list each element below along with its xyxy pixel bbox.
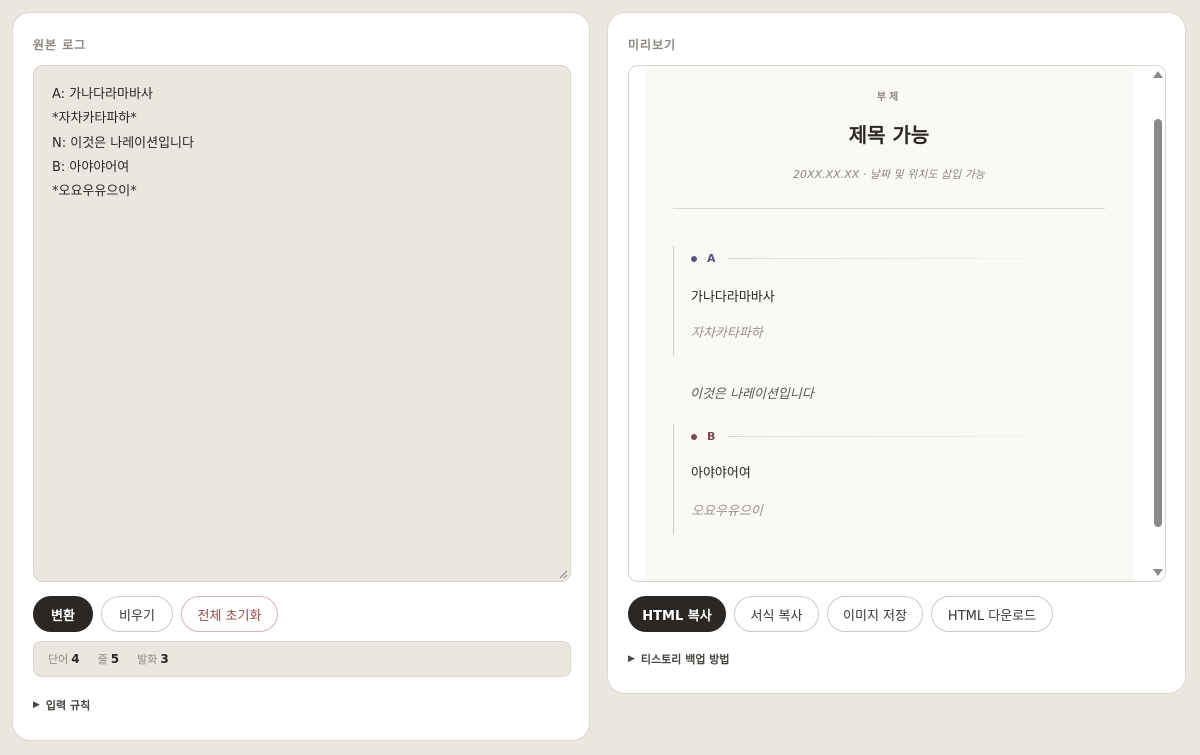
stat-label: 줄 — [97, 653, 108, 666]
convert-button[interactable]: 변환 — [33, 596, 93, 632]
panel-title: 미리보기 — [628, 38, 677, 52]
narration-line: 이것은 나레이션입니다 — [690, 387, 814, 402]
save-image-button[interactable]: 이미지 저장 — [827, 596, 923, 632]
format-copy-button[interactable]: 서식 복사 — [734, 596, 819, 632]
speaker-header: A — [691, 252, 1091, 265]
speaker-name: A — [707, 252, 716, 265]
speaker-rule — [727, 258, 1091, 259]
preview-frame[interactable]: 부제 제목 가능 20XX.XX.XX · 날짜 및 위치도 삽입 가능 A 가… — [628, 65, 1166, 582]
speaker-block-a: A 가나다라마바사 자차카타파하 — [673, 246, 1094, 356]
stat-value: 4 — [71, 652, 80, 666]
preview-title: 제목 가능 — [848, 123, 930, 147]
panel-title: 원본 로그 — [33, 38, 87, 52]
stat-lines: 줄5 — [98, 651, 119, 667]
stat-label: 발화 — [137, 653, 158, 666]
html-download-button[interactable]: HTML 다운로드 — [931, 596, 1053, 632]
speaker-line: 아야야어여 — [691, 466, 751, 481]
preview-subtitle: 부제 — [876, 92, 902, 103]
speaker-name: B — [707, 430, 716, 443]
preview-date-line: 20XX.XX.XX · 날짜 및 위치도 삽입 가능 — [793, 168, 985, 181]
preview-document: 부제 제목 가능 20XX.XX.XX · 날짜 및 위치도 삽입 가능 A 가… — [645, 66, 1133, 581]
speaker-action: 오요우유으이 — [691, 504, 763, 519]
tistory-backup-label: 티스토리 백업 방법 — [640, 653, 730, 666]
input-rules-label: 입력 규칙 — [45, 699, 91, 712]
speaker-header: B — [691, 430, 1091, 443]
editor-line: A: 가나다라마바사 — [52, 87, 153, 102]
editor-line: *오요우유으이* — [52, 184, 137, 200]
triangle-right-icon: ▶ — [33, 700, 40, 710]
preview-panel: 미리보기 부제 제목 가능 20XX.XX.XX · 날짜 및 위치도 삽입 가… — [607, 12, 1186, 694]
editor-actions: 변환 비우기 전체 초기화 — [33, 596, 278, 632]
scrollbar-thumb[interactable] — [1154, 119, 1162, 527]
stat-value: 5 — [110, 652, 120, 666]
stat-words: 단어 4 — [48, 651, 80, 667]
stat-speakers: 발화 3 — [137, 651, 169, 667]
scroll-up-arrow-icon[interactable] — [1153, 71, 1163, 78]
preview-divider — [673, 208, 1105, 209]
scroll-down-arrow-icon[interactable] — [1153, 569, 1163, 576]
export-actions: HTML 복사 서식 복사 이미지 저장 HTML 다운로드 — [628, 596, 1053, 632]
speaker-block-b: B 아야야어여 오요우유으이 — [673, 424, 1094, 535]
editor-line: N: 이것은 나레이션입니다 — [52, 135, 194, 151]
editor-line: *자차카타파하* — [52, 111, 137, 127]
preview-scrollbar[interactable] — [1150, 66, 1165, 581]
source-log-textarea[interactable]: A: 가나다라마바사 *자차카타파하* N: 이것은 나레이션입니다 B: 아야… — [33, 65, 571, 582]
stats-bar: 단어 4 줄5 발화 3 — [33, 641, 571, 677]
speaker-dot-icon — [691, 255, 697, 262]
clear-button[interactable]: 비우기 — [101, 596, 173, 632]
speaker-action: 자차카타파하 — [691, 326, 763, 341]
stat-label: 단어 — [48, 653, 69, 666]
html-copy-button[interactable]: HTML 복사 — [628, 596, 726, 632]
tistory-backup-toggle[interactable]: ▶ 티스토리 백업 방법 — [628, 651, 730, 667]
source-log-panel: 원본 로그 A: 가나다라마바사 *자차카타파하* N: 이것은 나레이션입니다… — [12, 12, 590, 741]
stat-value: 3 — [160, 652, 169, 666]
speaker-rule — [727, 436, 1091, 437]
editor-line: B: 아야야어여 — [52, 159, 130, 175]
reset-all-button[interactable]: 전체 초기화 — [181, 596, 278, 632]
speaker-line: 가나다라마바사 — [691, 290, 775, 305]
input-rules-toggle[interactable]: ▶ 입력 규칙 — [33, 697, 90, 713]
resize-grip-icon[interactable] — [559, 570, 568, 579]
speaker-dot-icon — [691, 433, 697, 440]
triangle-right-icon: ▶ — [628, 654, 635, 664]
